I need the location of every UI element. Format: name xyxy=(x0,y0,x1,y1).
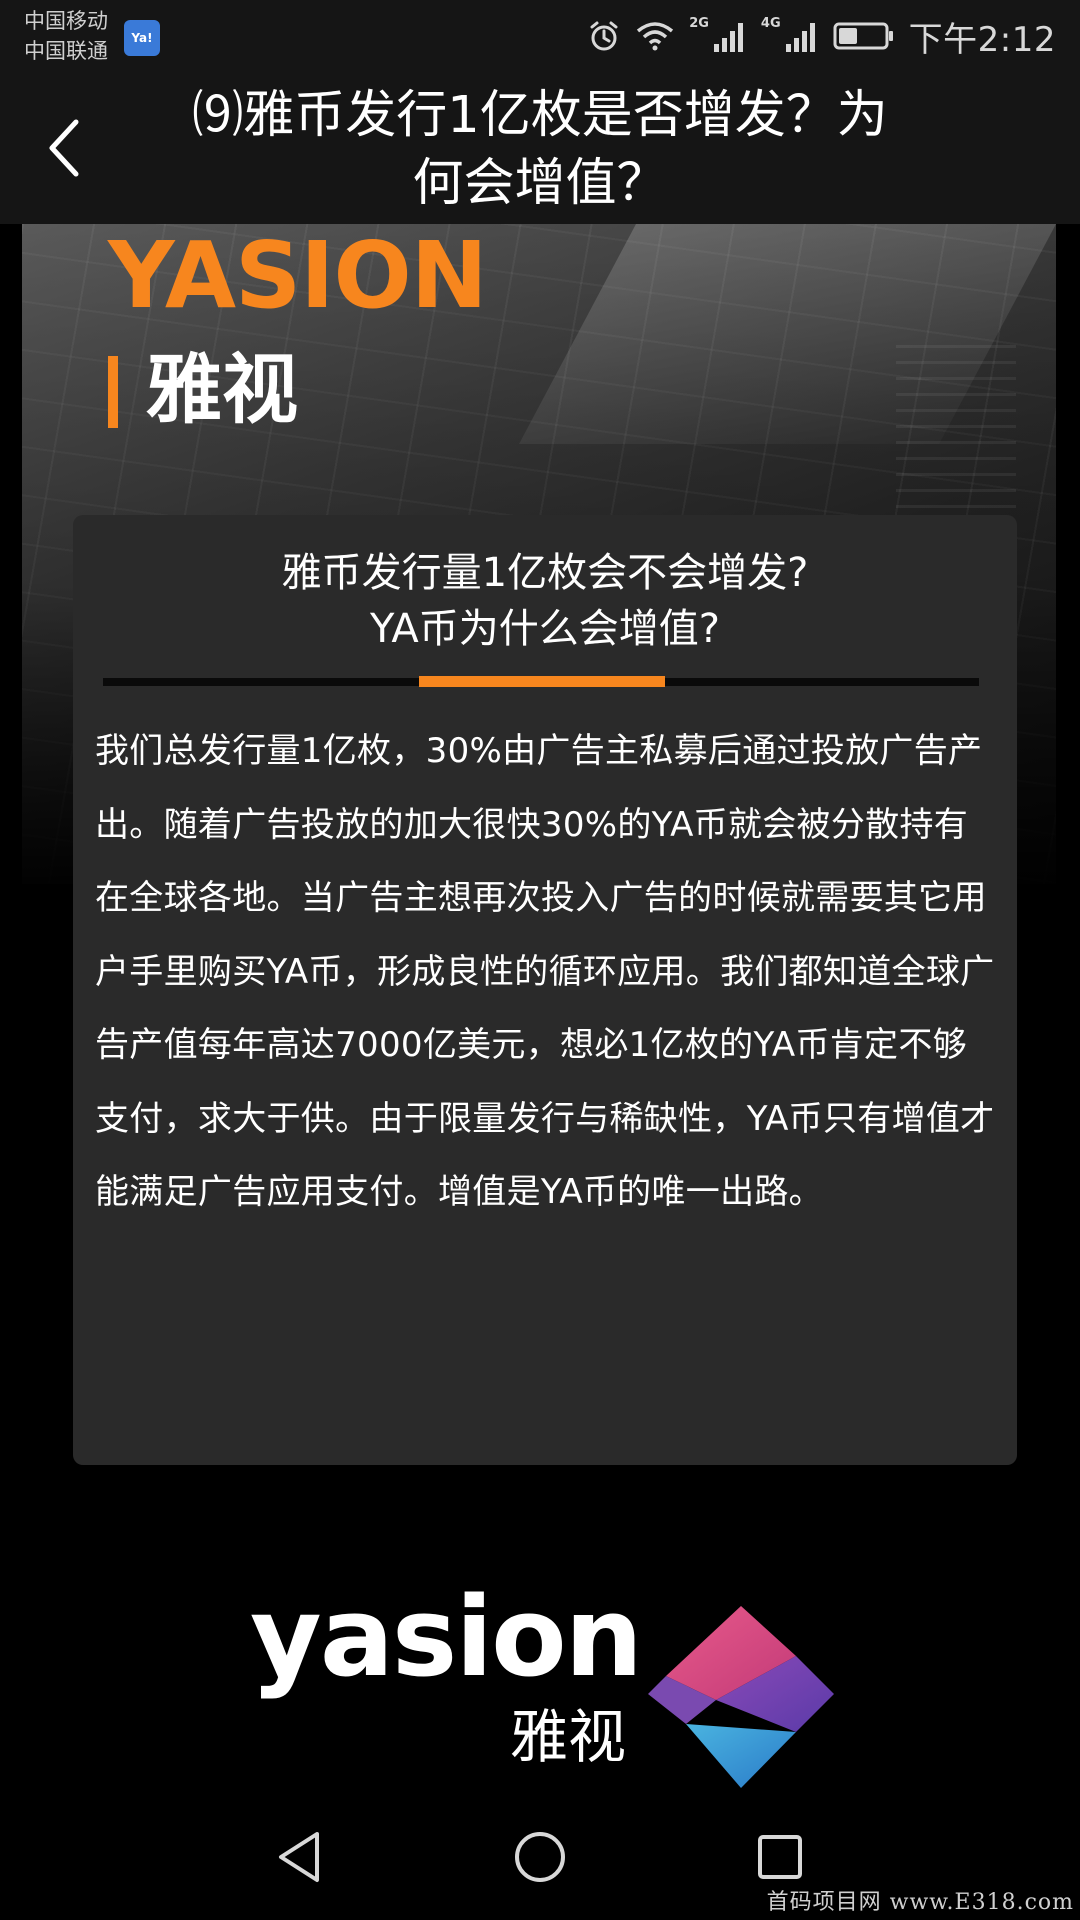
footer-logo-chinese: 雅视 xyxy=(510,1703,627,1771)
alarm-icon xyxy=(590,21,618,51)
brand-wordmark: YASION xyxy=(108,224,488,329)
card-title-line-2: YA币为什么会增值? xyxy=(370,606,720,652)
card-title: 雅币发行量1亿枚会不会增发? YA币为什么会增值? xyxy=(73,545,1017,657)
brand-chinese-name: 雅视 xyxy=(146,345,298,434)
signal-icon xyxy=(713,23,743,52)
back-triangle-icon xyxy=(279,1832,319,1882)
back-button[interactable] xyxy=(34,108,94,188)
sim-app-icon: Ya! xyxy=(124,20,160,56)
nav-home-button[interactable] xyxy=(500,1822,580,1892)
page-title-line-2: 何会增值？ xyxy=(412,154,668,213)
carrier-1: 中国移动 xyxy=(24,9,108,33)
battery-icon xyxy=(833,22,893,50)
carrier-info: 中国移动 中国联通 xyxy=(24,6,108,66)
footer-logo-wordmark: yasion xyxy=(250,1573,643,1701)
recent-square-icon xyxy=(758,1835,802,1879)
nav-recent-button[interactable] xyxy=(740,1822,820,1892)
card-title-line-1: 雅币发行量1亿枚会不会增发? xyxy=(281,550,809,596)
status-icons: 2G 4G 下午2:12 xyxy=(587,14,1056,60)
network-type-2: 4G xyxy=(760,16,781,31)
app-header: ⑼雅币发行1亿枚是否增发？为 何会增值？ xyxy=(0,72,1080,224)
wifi-icon xyxy=(637,22,674,51)
title-divider-accent xyxy=(419,676,665,687)
carrier-2: 中国联通 xyxy=(24,39,108,63)
brand-accent-bar xyxy=(108,356,118,428)
yasion-emblem-icon xyxy=(648,1606,834,1788)
article-card: 雅币发行量1亿枚会不会增发? YA币为什么会增值? 我们总发行量1亿枚，30%由… xyxy=(73,515,1017,1465)
network-type-1: 2G xyxy=(689,16,709,31)
signal-icon xyxy=(785,23,815,52)
nav-back-button[interactable] xyxy=(260,1822,340,1892)
status-bar: 中国移动 中国联通 Ya! 2G 4G 下午2:12 xyxy=(0,0,1080,72)
page-title: ⑼雅币发行1亿枚是否增发？为 何会增值？ xyxy=(130,82,950,218)
page-title-line-1: ⑼雅币发行1亿枚是否增发？为 xyxy=(192,86,888,145)
site-watermark: 首码项目网 www.E318.com xyxy=(766,1890,1074,1915)
home-circle-icon xyxy=(515,1832,565,1882)
status-time: 下午2:12 xyxy=(908,19,1056,60)
chevron-left-icon xyxy=(49,119,79,177)
article-body: 我们总发行量1亿枚，30%由广告主私募后通过投放广告产出。随着广告投放的加大很快… xyxy=(95,731,995,1212)
